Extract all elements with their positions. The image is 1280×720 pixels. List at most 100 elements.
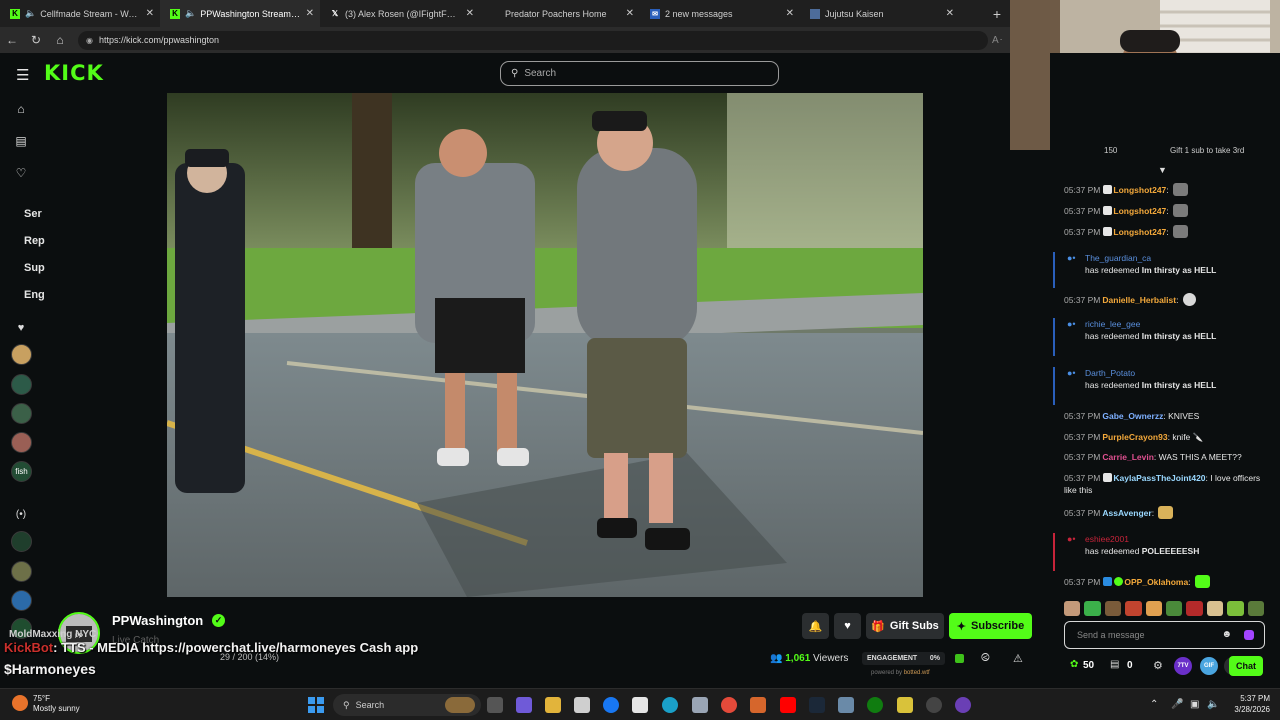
weather-widget[interactable]: 75°F Mostly sunny (33, 694, 80, 714)
calculator-icon[interactable] (692, 697, 708, 713)
emote-icon[interactable] (1247, 601, 1265, 616)
send-chat-button[interactable]: Chat (1229, 656, 1263, 676)
close-tab-icon[interactable]: ✕ (146, 8, 154, 19)
recommended-channel-avatar[interactable] (11, 590, 32, 611)
new-tab-button[interactable]: + (984, 0, 1010, 27)
tab-messages[interactable]: ✉ 2 new messages ✕ (640, 0, 800, 27)
tab-jujutsu-kaisen[interactable]: Jujutsu Kaisen ✕ (800, 0, 960, 27)
tab-cellfmade[interactable]: K 🔈 Cellfmade Stream - Watch Live ✕ (0, 0, 160, 27)
redeem-icon: ●• (1067, 368, 1076, 378)
follow-button[interactable]: ♥ (834, 613, 861, 639)
video-player[interactable] (167, 93, 923, 597)
7tv-icon[interactable]: 7TV (1174, 657, 1192, 675)
show-hidden-icons[interactable]: ⌃ (1150, 699, 1158, 710)
xbox-icon[interactable] (867, 697, 883, 713)
reload-icon[interactable]: ↻ (24, 33, 48, 47)
app-icon[interactable] (838, 697, 854, 713)
close-tab-icon[interactable]: ✕ (946, 8, 954, 19)
volume-icon[interactable]: 🔈 (1207, 699, 1219, 710)
notification-bell-button[interactable]: 🔔 (802, 613, 829, 639)
tab-predator-poachers[interactable]: Predator Poachers Home ✕ (480, 0, 640, 27)
home-icon[interactable]: ⌂ (48, 33, 72, 47)
weather-icon[interactable] (12, 695, 28, 711)
tab-alex-rosen[interactable]: 𝕏 (3) Alex Rosen (@IFightForKids) / X ✕ (320, 0, 480, 27)
followed-channel-avatar[interactable] (11, 432, 32, 453)
sidebar-item-eng[interactable]: Eng (24, 289, 45, 301)
sidebar-item-sup[interactable]: Sup (24, 262, 45, 274)
subscribe-label: Subscribe (971, 620, 1025, 632)
file-explorer-icon[interactable] (545, 697, 561, 713)
emoji-icon[interactable]: ☻ (1221, 629, 1232, 640)
search-input[interactable]: ⚲ Search (500, 61, 779, 86)
obs-icon[interactable] (926, 697, 942, 713)
system-clock[interactable]: 5:37 PM 3/28/2026 (1220, 693, 1270, 715)
subscribe-button[interactable]: ✦ Subscribe (949, 613, 1032, 639)
close-tab-icon[interactable]: ✕ (466, 8, 474, 19)
notes-icon[interactable] (897, 697, 913, 713)
tab-ppwashington[interactable]: K 🔈 PPWashington Stream - Watch Live ✕ (160, 0, 320, 27)
microphone-icon[interactable]: 🎤 (1171, 699, 1183, 710)
close-tab-icon[interactable]: ✕ (786, 8, 794, 19)
emote-icon[interactable] (1125, 601, 1142, 616)
menu-icon[interactable]: ☰ (16, 66, 29, 84)
chat-message: 05:37 PM AssAvenger: (1064, 506, 1274, 519)
facebook-icon[interactable] (603, 697, 619, 713)
recommended-channel-avatar[interactable] (11, 531, 32, 552)
copilot-icon[interactable] (516, 697, 532, 713)
kick-emote-icon[interactable] (1244, 630, 1254, 640)
youtube-icon[interactable] (780, 697, 796, 713)
windows-taskbar: 75°F Mostly sunny ⚲ Search ⌃ 🎤 ▣ 🔈 5:37 … (0, 688, 1280, 720)
edge-icon[interactable] (662, 697, 678, 713)
sidebar-item-ser[interactable]: Ser (24, 208, 42, 220)
speaker-icon[interactable]: 🔈 (185, 8, 196, 19)
close-tab-icon[interactable]: ✕ (626, 8, 634, 19)
store-icon[interactable] (574, 697, 590, 713)
share-icon[interactable]: ⧀ (981, 652, 990, 665)
followed-channel-avatar[interactable] (11, 403, 32, 424)
emote-icon[interactable] (1084, 601, 1101, 616)
windows-start-icon[interactable] (308, 697, 324, 713)
emote-icon[interactable] (1166, 601, 1183, 616)
gift-icon[interactable]: ▤ (1110, 659, 1119, 670)
pinned-arrow-icon[interactable]: ▼ (1158, 165, 1167, 175)
channel-points-icon[interactable]: ✿ (1070, 659, 1078, 670)
gif-icon[interactable]: GIF (1200, 657, 1218, 675)
steam-icon[interactable] (809, 697, 825, 713)
taskbar-search[interactable]: ⚲ Search (333, 694, 481, 716)
recommended-channel-avatar[interactable] (11, 561, 32, 582)
settings-icon[interactable]: ⚙ (1153, 659, 1163, 672)
browse-icon[interactable]: ▤ (14, 134, 28, 148)
display-icon[interactable]: ▣ (1190, 699, 1199, 710)
chrome-icon[interactable] (721, 697, 737, 713)
tab-label: Jujutsu Kaisen (825, 8, 884, 19)
chat-message: 05:37 PM Longshot247: (1064, 183, 1274, 196)
streamer-name[interactable]: PPWashington (112, 613, 203, 628)
close-tab-icon[interactable]: ✕ (306, 8, 314, 19)
emote-icon[interactable] (1206, 601, 1224, 616)
gift-subs-button[interactable]: 🎁 Gift Subs (866, 613, 944, 639)
emote-icon[interactable] (1227, 601, 1244, 616)
skull-emote-icon (1182, 293, 1196, 306)
emote-icon[interactable] (1064, 601, 1081, 616)
followed-channel-avatar[interactable] (11, 344, 32, 365)
amazon-icon[interactable] (632, 697, 648, 713)
emote-icon[interactable] (1186, 601, 1203, 616)
sidebar-item-rep[interactable]: Rep (24, 235, 45, 247)
following-icon[interactable]: ♡ (14, 166, 28, 180)
powered-by-site[interactable]: botted.wtf (904, 670, 930, 676)
app-icon[interactable] (955, 697, 971, 713)
read-aloud-icon[interactable]: A ⋅ (992, 35, 1010, 46)
vlc-icon[interactable] (750, 697, 766, 713)
emote-icon[interactable] (1145, 601, 1163, 616)
chat-message-input[interactable]: Send a message ☻ (1064, 621, 1265, 649)
home-icon[interactable]: ⌂ (14, 102, 28, 116)
back-icon[interactable]: ← (0, 33, 24, 47)
task-view-icon[interactable] (487, 697, 503, 713)
kick-logo[interactable]: KICK (44, 61, 104, 85)
emote-icon[interactable] (1104, 601, 1122, 616)
followed-channel-avatar[interactable]: fish (11, 461, 32, 482)
followed-channel-avatar[interactable] (11, 374, 32, 395)
speaker-icon[interactable]: 🔈 (25, 8, 36, 19)
report-icon[interactable]: ⚠ (1013, 652, 1023, 665)
url-field[interactable]: ◉ https://kick.com/ppwashington (78, 30, 988, 50)
